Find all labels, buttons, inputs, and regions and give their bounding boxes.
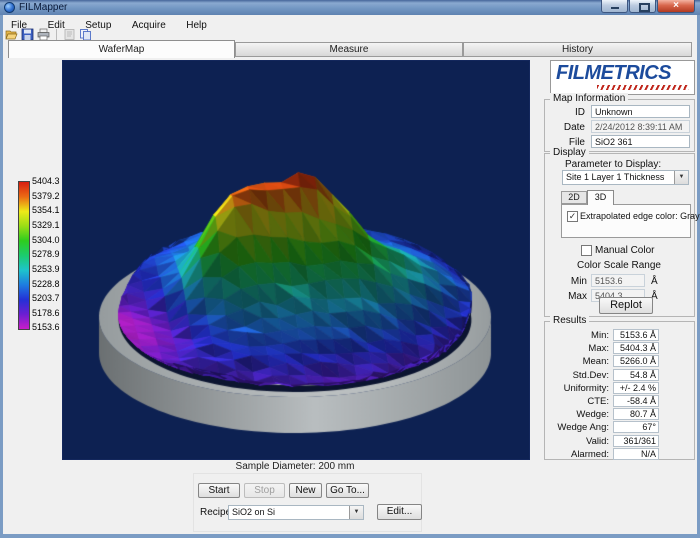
minimize-icon <box>611 7 619 9</box>
result-row: Wedge Ang:67° <box>549 421 691 434</box>
filmetrics-logo-text: FILMETRICS <box>556 62 671 85</box>
menu-acquire[interactable]: Acquire <box>124 19 174 31</box>
result-value: 80.7 Å <box>613 408 659 420</box>
logo-tick-marks <box>597 85 689 90</box>
result-row: Std.Dev:54.8 Å <box>549 369 691 382</box>
result-row: Uniformity:+/- 2.4 % <box>549 382 691 395</box>
manual-color-checkbox[interactable] <box>581 245 592 256</box>
window-title: FILMapper <box>19 2 67 13</box>
tab-wafermap[interactable]: WaferMap <box>8 40 235 58</box>
date-field: 2/24/2012 8:39:11 AM <box>591 120 690 133</box>
tab-3d[interactable]: 3D <box>587 190 614 205</box>
parameter-value: Site 1 Layer 1 Thickness <box>566 172 664 182</box>
result-row: Max:5404.3 Å <box>549 342 691 355</box>
start-button[interactable]: Start <box>198 483 240 498</box>
footer-controls-frame <box>193 473 422 532</box>
result-row: Min:5153.6 Å <box>549 329 691 342</box>
id-label: ID <box>547 107 585 118</box>
edit-button[interactable]: Edit... <box>377 504 422 520</box>
title-bar[interactable]: FILMapper × <box>0 0 700 15</box>
id-field[interactable]: Unknown <box>591 105 690 118</box>
recipe-value: SiO2 on Si <box>232 507 275 517</box>
result-row: CTE:-58.4 Å <box>549 395 691 408</box>
save-icon[interactable] <box>21 28 34 41</box>
parameter-dropdown[interactable]: Site 1 Layer 1 Thickness ▼ <box>562 170 689 185</box>
manual-color-label: Manual Color <box>595 245 654 256</box>
new-button[interactable]: New <box>289 483 322 498</box>
result-value: 67° <box>613 421 659 433</box>
open-file-icon[interactable] <box>5 28 18 41</box>
wafer-plot-area <box>62 60 530 460</box>
view-3d-tab-page: ✓ Extrapolated edge color: Gray <box>561 204 691 238</box>
edge-color-checkbox[interactable]: ✓ <box>567 211 578 222</box>
map-information-group: Map Information ID Unknown Date 2/24/201… <box>544 99 695 152</box>
report-icon-disabled <box>63 28 76 41</box>
min-label: Min <box>559 276 587 287</box>
color-scale-bar <box>18 181 30 330</box>
result-value: 5266.0 Å <box>613 355 659 367</box>
copy-icon[interactable] <box>79 28 92 41</box>
maximize-icon <box>639 3 650 12</box>
min-field: 5153.6 <box>591 274 645 287</box>
recipe-dropdown[interactable]: SiO2 on Si ▼ <box>228 505 364 520</box>
display-group: Display Parameter to Display: Site 1 Lay… <box>544 153 695 317</box>
chevron-down-icon[interactable]: ▼ <box>674 171 688 184</box>
minimize-button[interactable] <box>601 0 628 13</box>
wafer-3d-surface[interactable] <box>63 61 529 459</box>
menu-help[interactable]: Help <box>178 19 215 31</box>
filmetrics-logo: FILMETRICS <box>550 60 695 95</box>
edge-color-label: Extrapolated edge color: Gray <box>580 211 700 221</box>
menu-bar: File Edit Setup Acquire Help <box>3 15 697 28</box>
print-icon[interactable] <box>37 28 50 41</box>
file-field[interactable]: SiO2 361 <box>591 135 690 148</box>
tab-measure[interactable]: Measure <box>235 42 463 57</box>
tab-2d[interactable]: 2D <box>561 191 587 204</box>
result-value: 361/361 <box>613 435 659 447</box>
toolbar-separator <box>56 29 57 40</box>
result-row: Wedge:80.7 Å <box>549 408 691 421</box>
map-information-title: Map Information <box>550 93 628 104</box>
color-scale-range-title: Color Scale Range <box>577 260 661 271</box>
app-icon <box>4 2 15 13</box>
max-label: Max <box>559 291 587 302</box>
sample-diameter-label: Sample Diameter: 200 mm <box>62 461 528 472</box>
chevron-down-icon[interactable]: ▼ <box>349 506 363 519</box>
stop-button: Stop <box>244 483 285 498</box>
parameter-to-display-label: Parameter to Display: <box>565 159 661 170</box>
maximize-button[interactable] <box>629 0 656 13</box>
go-to-button[interactable]: Go To... <box>326 483 369 498</box>
date-label: Date <box>547 122 585 133</box>
min-unit: Å <box>651 276 658 287</box>
result-row: Valid:361/361 <box>549 435 691 448</box>
results-title: Results <box>550 315 589 326</box>
tab-history[interactable]: History <box>463 42 692 57</box>
toolbar <box>5 27 92 41</box>
display-title: Display <box>550 147 589 158</box>
app-window: FILMapper × File Edit Setup Acquire Help… <box>0 0 700 538</box>
results-group: Results Min:5153.6 Å Max:5404.3 Å Mean:5… <box>544 321 695 460</box>
close-button[interactable]: × <box>657 0 695 13</box>
result-row: Alarmed:N/A <box>549 448 691 461</box>
result-value: 54.8 Å <box>613 369 659 381</box>
result-value: -58.4 Å <box>613 395 659 407</box>
result-value: 5153.6 Å <box>613 329 659 341</box>
result-row: Mean:5266.0 Å <box>549 355 691 368</box>
result-value: N/A <box>613 448 659 460</box>
replot-button[interactable]: Replot <box>599 297 653 314</box>
result-value: +/- 2.4 % <box>613 382 659 394</box>
result-value: 5404.3 Å <box>613 342 659 354</box>
